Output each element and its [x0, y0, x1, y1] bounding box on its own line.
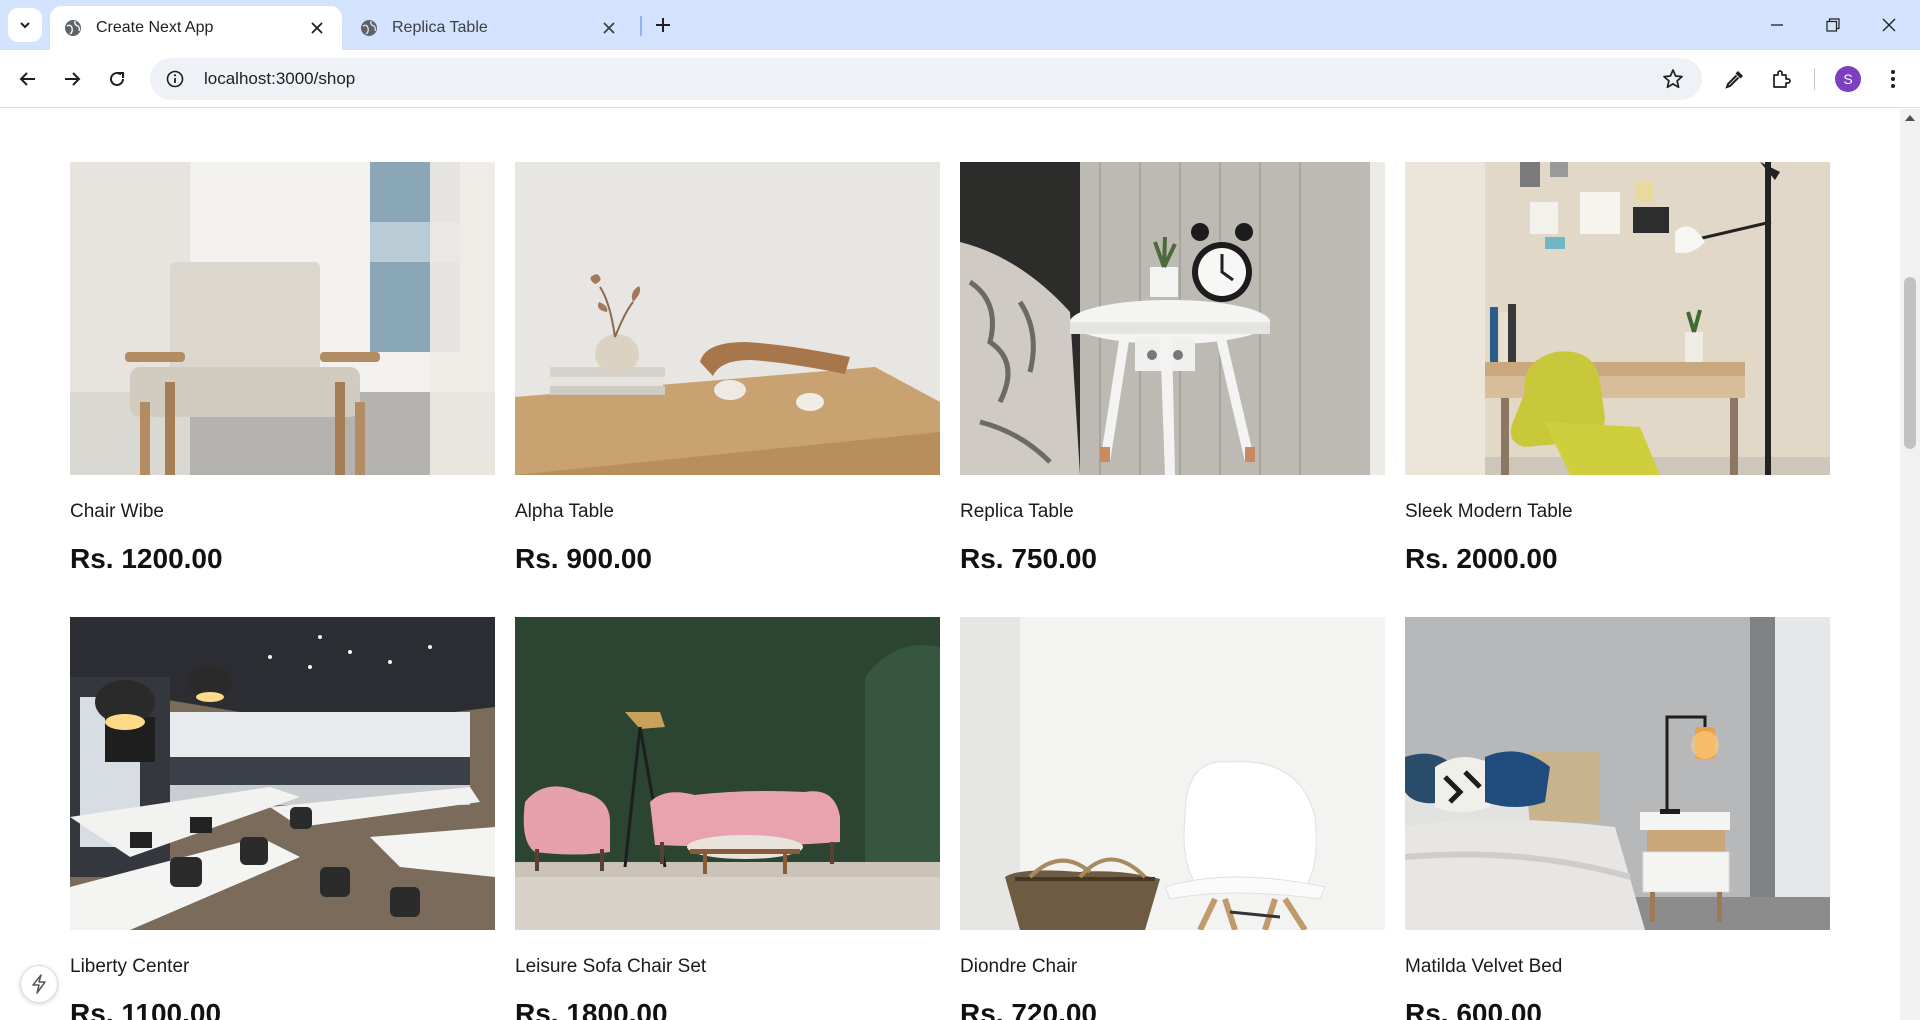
product-card[interactable]: Diondre Chair Rs. 720.00 [960, 617, 1385, 1020]
arrow-left-icon [19, 72, 35, 86]
product-price: Rs. 2000.00 [1405, 543, 1558, 574]
url-text[interactable]: localhost:3000/shop [204, 69, 355, 89]
product-image[interactable] [960, 617, 1385, 930]
profile-avatar[interactable]: S [1835, 66, 1861, 92]
back-button[interactable] [12, 63, 44, 95]
restore-icon [1826, 18, 1840, 32]
product-name[interactable]: Matilda Velvet Bed [1405, 956, 1830, 980]
product-price: Rs. 1200.00 [70, 543, 223, 574]
shop-page: Chair Wibe Rs. 1200.00 Alpha Table Rs. 9… [0, 109, 1900, 1020]
product-image[interactable] [960, 162, 1385, 475]
globe-icon [361, 20, 377, 36]
tab-separator [640, 16, 642, 36]
product-price: Rs. 600.00 [1405, 998, 1542, 1020]
product-name[interactable]: Chair Wibe [70, 501, 495, 525]
product-grid: Chair Wibe Rs. 1200.00 Alpha Table Rs. 9… [70, 162, 1831, 1020]
product-image[interactable] [1405, 617, 1830, 930]
address-bar[interactable]: localhost:3000/shop [150, 58, 1702, 100]
product-price: Rs. 900.00 [515, 543, 652, 574]
nextjs-dev-indicator[interactable] [20, 965, 58, 1003]
forward-button[interactable] [56, 63, 88, 95]
tab-search-button[interactable] [8, 8, 42, 42]
browser-menu-button[interactable] [1880, 66, 1906, 92]
scroll-up-arrow-icon[interactable] [1905, 115, 1915, 121]
page-scrollbar[interactable] [1900, 109, 1920, 1020]
product-price: Rs. 720.00 [960, 998, 1097, 1020]
eyedropper-extension-button[interactable] [1722, 66, 1748, 92]
product-card[interactable]: Chair Wibe Rs. 1200.00 [70, 162, 495, 579]
arrow-right-icon [65, 72, 81, 86]
tab-replica-table[interactable]: Replica Table [346, 6, 634, 50]
new-tab-button[interactable] [650, 10, 676, 40]
product-image[interactable] [70, 162, 495, 475]
product-card[interactable]: Sleek Modern Table Rs. 2000.00 [1405, 162, 1830, 579]
close-icon [1882, 18, 1896, 32]
tab-title: Create Next App [96, 19, 214, 36]
product-price: Rs. 1100.00 [70, 998, 222, 1020]
browser-toolbar: localhost:3000/shop [0, 50, 1920, 108]
globe-icon [65, 20, 81, 36]
eyedropper-icon [1725, 71, 1743, 89]
toolbar-divider [1814, 68, 1815, 90]
site-info-icon[interactable] [164, 68, 186, 90]
puzzle-icon [1773, 70, 1791, 88]
reload-button[interactable] [101, 63, 133, 95]
product-card[interactable]: Matilda Velvet Bed Rs. 600.00 [1405, 617, 1830, 1020]
product-card[interactable]: Replica Table Rs. 750.00 [960, 162, 1385, 579]
product-name[interactable]: Diondre Chair [960, 956, 1385, 980]
product-image[interactable] [70, 617, 495, 930]
lightning-bolt-icon [32, 974, 46, 994]
restore-button[interactable] [1806, 0, 1860, 50]
product-name[interactable]: Replica Table [960, 501, 1385, 525]
product-name[interactable]: Alpha Table [515, 501, 940, 525]
scrollbar-thumb[interactable] [1904, 277, 1916, 449]
close-tab-icon[interactable] [306, 17, 328, 39]
tab-create-next-app[interactable]: Create Next App [50, 6, 342, 50]
close-window-button[interactable] [1862, 0, 1916, 50]
product-card[interactable]: Leisure Sofa Chair Set Rs. 1800.00 [515, 617, 940, 1020]
product-price: Rs. 750.00 [960, 543, 1097, 574]
minimize-button[interactable] [1750, 0, 1804, 50]
tab-title: Replica Table [392, 19, 488, 36]
product-card[interactable]: Liberty Center Rs. 1100.00 [70, 617, 495, 1020]
product-image[interactable] [1405, 162, 1830, 475]
chevron-down-icon [20, 22, 30, 29]
product-price: Rs. 1800.00 [515, 998, 668, 1020]
more-vert-icon [1891, 70, 1895, 88]
tab-strip: Create Next App Replica Table [0, 0, 1920, 50]
bookmark-star-icon[interactable] [1662, 68, 1684, 90]
extensions-button[interactable] [1768, 66, 1794, 92]
product-card[interactable]: Alpha Table Rs. 900.00 [515, 162, 940, 579]
product-name[interactable]: Sleek Modern Table [1405, 501, 1830, 525]
reload-icon [110, 71, 124, 86]
minimize-icon [1771, 24, 1783, 26]
close-tab-icon[interactable] [598, 17, 620, 39]
product-image[interactable] [515, 617, 940, 930]
product-name[interactable]: Leisure Sofa Chair Set [515, 956, 940, 980]
product-name[interactable]: Liberty Center [70, 956, 495, 980]
product-image[interactable] [515, 162, 940, 475]
plus-icon [656, 18, 670, 32]
